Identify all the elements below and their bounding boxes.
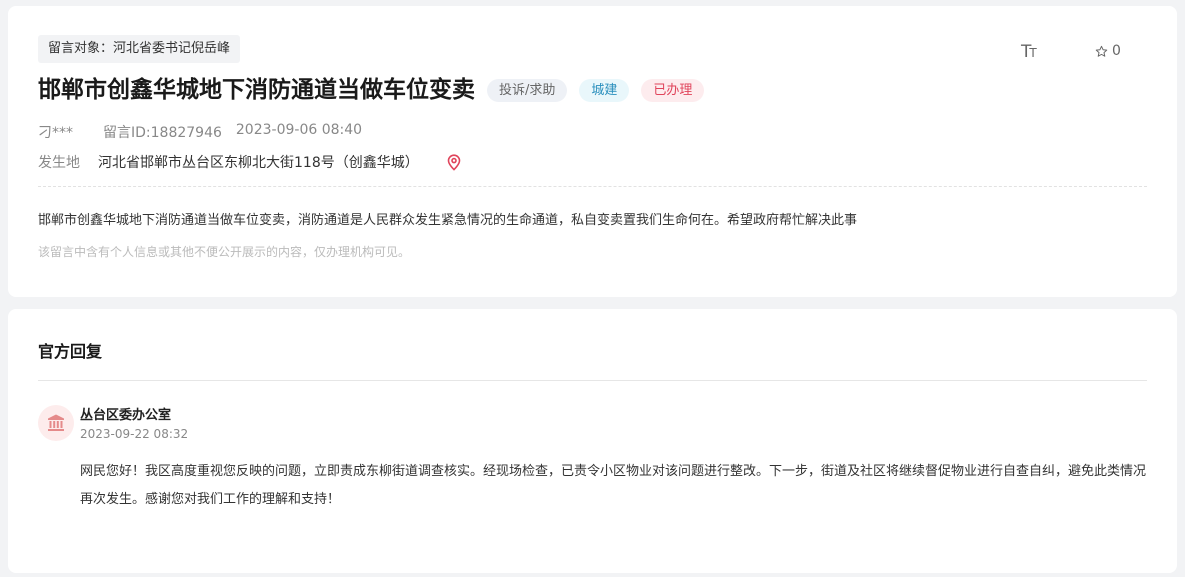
message-content: 邯郸市创鑫华城地下消防通道当做车位变卖，消防通道是人民群众发生紧急情况的生命通道… [38, 213, 858, 228]
location-label: 发生地 [38, 155, 80, 171]
reply-heading: 官方回复 [38, 342, 103, 361]
government-building-icon [38, 405, 74, 441]
reply-department: 丛台区委办公室 [80, 408, 172, 423]
divider [38, 380, 1147, 381]
message-target: 留言对象：河北省委书记倪岳峰 [38, 35, 241, 63]
privacy-note: 该留言中含有个人信息或其他不便公开展示的内容，仅办理机构可见。 [38, 245, 411, 259]
reply-text: 网民您好！我区高度重视您反映的问题，立即责成东柳街道调查核实。经现场检查，已责令… [80, 464, 1147, 507]
favorite-button[interactable]: 0 [1095, 43, 1121, 59]
favorite-count: 0 [1112, 43, 1121, 59]
text-size-icon[interactable]: TT [1021, 42, 1037, 62]
location-pin-icon[interactable] [447, 153, 461, 171]
message-id: 留言ID:18827946 [103, 125, 222, 141]
location-text: 河北省邯郸市丛台区东柳北大街118号（创鑫华城） [98, 155, 419, 171]
message-datetime: 2023-09-06 08:40 [235, 122, 363, 138]
divider [38, 186, 1147, 187]
star-icon [1095, 45, 1108, 57]
reply-datetime: 2023-09-22 08:32 [80, 427, 189, 441]
location-row: 发生地 河北省邯郸市丛台区东柳北大街118号（创鑫华城） [38, 152, 461, 172]
official-reply-card: 官方回复 丛台区委办公室 2023-09-22 08:32 网民您好！我区高度重… [8, 309, 1177, 573]
tag-type: 投诉/求助 [487, 78, 568, 102]
author-name: 刁*** [38, 125, 73, 141]
message-title: 邯郸市创鑫华城地下消防通道当做车位变卖 [38, 77, 475, 103]
status-badge: 已办理 [641, 78, 705, 102]
title-row: 邯郸市创鑫华城地下消防通道当做车位变卖 投诉/求助 城建 已办理 [38, 75, 705, 105]
tag-field: 城建 [579, 78, 630, 102]
message-meta: 刁*** 留言ID:18827946 2023-09-06 08:40 [38, 122, 362, 142]
message-card: 留言对象：河北省委书记倪岳峰 TT 0 邯郸市创鑫华城地下消防通道当做车位变卖 … [8, 6, 1177, 297]
